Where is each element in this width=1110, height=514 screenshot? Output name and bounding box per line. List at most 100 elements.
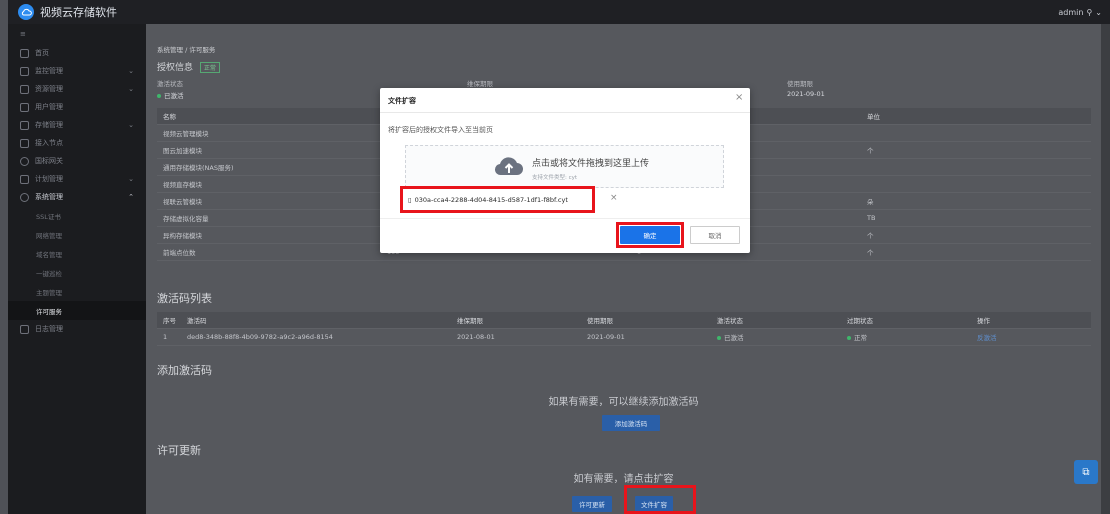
dialog-description: 将扩容后的授权文件导入至当前页: [388, 126, 493, 134]
auth-title: 授权信息 正常: [157, 60, 220, 73]
add-code-hint: 如果有需要，可以继续添加激活码: [548, 397, 699, 408]
status-text: 已激活: [164, 92, 184, 100]
remove-file-icon[interactable]: ×: [610, 193, 618, 203]
module-name: 视频直存模块: [163, 181, 202, 189]
info-label: 激活状态: [157, 80, 183, 88]
sidebar-item-storage[interactable]: 存储管理 ⌄: [8, 116, 146, 134]
sidebar-item-plan[interactable]: 计划管理 ⌄: [8, 170, 146, 188]
sidebar-item-system[interactable]: 系统管理 ⌃: [8, 188, 146, 206]
user-card-icon: [20, 102, 29, 112]
table-header: 序号 激活码 维保期限 使用期限 激活状态 过期状态 操作: [157, 312, 1091, 329]
status-dot: [847, 336, 851, 340]
divider: [380, 112, 750, 113]
sidebar-item-users[interactable]: 用户管理: [8, 98, 146, 116]
maintenance-period-info: 维保期限: [467, 78, 493, 88]
sidebar-item-label: 用户管理: [35, 103, 63, 111]
gear-icon: [20, 192, 29, 202]
sidebar-subitem-network[interactable]: 网络管理: [8, 225, 146, 244]
module-unit: TB: [867, 214, 876, 222]
table-row: 1 ded8-348b-88f8-4b09-9782-a9c2-a96d-815…: [157, 329, 1091, 346]
sidebar-item-resource[interactable]: 资源管理 ⌄: [8, 80, 146, 98]
highlight-box: [400, 186, 595, 213]
cloud-logo-icon: [18, 4, 34, 20]
log-icon: [20, 324, 29, 334]
header-cell: 激活码: [187, 317, 207, 325]
sidebar-subitem-theme[interactable]: 主题管理: [8, 282, 146, 301]
external-link-icon[interactable]: ⧉: [1074, 460, 1098, 484]
add-code-title: 添加激活码: [157, 364, 212, 377]
highlight-box: [624, 485, 696, 514]
sidebar-subitem-license[interactable]: 许可服务: [8, 301, 146, 320]
sidebar-item-label: 系统管理: [35, 193, 63, 201]
module-name: 视联云管模块: [163, 198, 202, 206]
close-icon[interactable]: ×: [735, 92, 743, 103]
username: admin: [1058, 7, 1084, 17]
header-cell: 维保期限: [457, 317, 483, 325]
module-name: 视频云管理模块: [163, 130, 209, 138]
chevron-down-icon: ⌄: [128, 85, 134, 93]
chevron-down-icon: ⌄: [128, 67, 134, 75]
status-dot: [717, 336, 721, 340]
sidebar-collapse-toggle[interactable]: ≡: [8, 24, 146, 44]
sidebar-subitem-domain[interactable]: 域名管理: [8, 244, 146, 263]
license-update-hint: 如有需要，请点击扩容: [573, 474, 674, 485]
app-title: 视频云存储软件: [40, 6, 117, 19]
sidebar-item-label: 计划管理: [35, 175, 63, 183]
status-dot: [157, 94, 161, 98]
sidebar-subitem-inspection[interactable]: 一键巡检: [8, 263, 146, 282]
home-icon: [20, 48, 29, 58]
row-index: 1: [163, 333, 168, 341]
dialog-title: 文件扩容: [388, 97, 416, 105]
maintenance-date: 2021-08-01: [457, 333, 495, 341]
user-menu[interactable]: admin ⚲ ⌄: [1058, 8, 1102, 17]
sidebar-item-nodes[interactable]: 接入节点: [8, 134, 146, 152]
module-unit: 个: [867, 232, 874, 240]
header-cell: 使用期限: [587, 317, 613, 325]
deactivate-link[interactable]: 反激活: [977, 332, 1091, 342]
sidebar-item-label: 日志管理: [35, 325, 63, 333]
user-icon: ⚲: [1086, 7, 1093, 17]
chevron-down-icon: ⌄: [128, 175, 134, 183]
module-name: 前端点位数: [163, 249, 196, 257]
sidebar-item-monitor[interactable]: 监控管理 ⌄: [8, 62, 146, 80]
header-cell: 过期状态: [847, 317, 873, 325]
upload-cloud-icon: [494, 157, 523, 176]
status-text: 已激活: [724, 334, 744, 342]
module-unit: 个: [867, 147, 874, 155]
status-badge: 正常: [199, 62, 220, 73]
header-cell: 单位: [867, 113, 880, 121]
header-cell: 操作: [977, 317, 990, 325]
use-period-info: 使用期限 2021-09-01: [787, 78, 825, 98]
top-bar: 视频云存储软件 admin ⚲ ⌄: [8, 0, 1110, 24]
sidebar-item-home[interactable]: 首页: [8, 44, 146, 62]
module-unit: 朵: [867, 198, 874, 206]
activation-status-info: 激活状态 已激活: [157, 78, 184, 100]
activation-table: 序号 激活码 维保期限 使用期限 激活状态 过期状态 操作 1 ded8-348…: [157, 312, 1091, 346]
info-value: 已激活: [157, 90, 184, 100]
cancel-button[interactable]: 取消: [690, 226, 740, 244]
license-update-button[interactable]: 许可更新: [572, 496, 612, 512]
menu-icon: ≡: [20, 30, 26, 38]
right-edge-panel: [1101, 24, 1110, 514]
globe-icon: [20, 156, 29, 166]
activation-list-title: 激活码列表: [157, 292, 212, 305]
add-code-button[interactable]: 添加激活码: [602, 415, 660, 431]
grid-icon: [20, 66, 29, 76]
sidebar-subitem-ssl[interactable]: SSL证书: [8, 206, 146, 225]
sidebar: ≡ 首页 监控管理 ⌄ 资源管理 ⌄ 用户管理 存储管理 ⌄ 接入节点 国标网关 计划…: [8, 24, 146, 514]
sidebar-item-label: 接入节点: [35, 139, 63, 147]
sidebar-item-gateway[interactable]: 国标网关: [8, 152, 146, 170]
grid-icon: [20, 84, 29, 94]
use-date: 2021-09-01: [587, 333, 625, 341]
upload-instruction: 点击或将文件拖拽到这里上传: [532, 159, 650, 169]
upload-dropzone[interactable]: 点击或将文件拖拽到这里上传 支持文件类型: cyt: [405, 145, 724, 188]
sidebar-item-label: 监控管理: [35, 67, 63, 75]
divider: [380, 218, 750, 219]
upload-filetype-hint: 支持文件类型: cyt: [532, 175, 578, 181]
brand[interactable]: 视频云存储软件: [8, 0, 146, 24]
sidebar-item-logs[interactable]: 日志管理: [8, 320, 146, 338]
chevron-up-icon: ⌃: [128, 193, 134, 201]
header-cell: 名称: [163, 113, 176, 121]
auth-title-text: 授权信息: [157, 63, 194, 73]
breadcrumb: 系统管理 / 许可服务: [157, 46, 216, 54]
